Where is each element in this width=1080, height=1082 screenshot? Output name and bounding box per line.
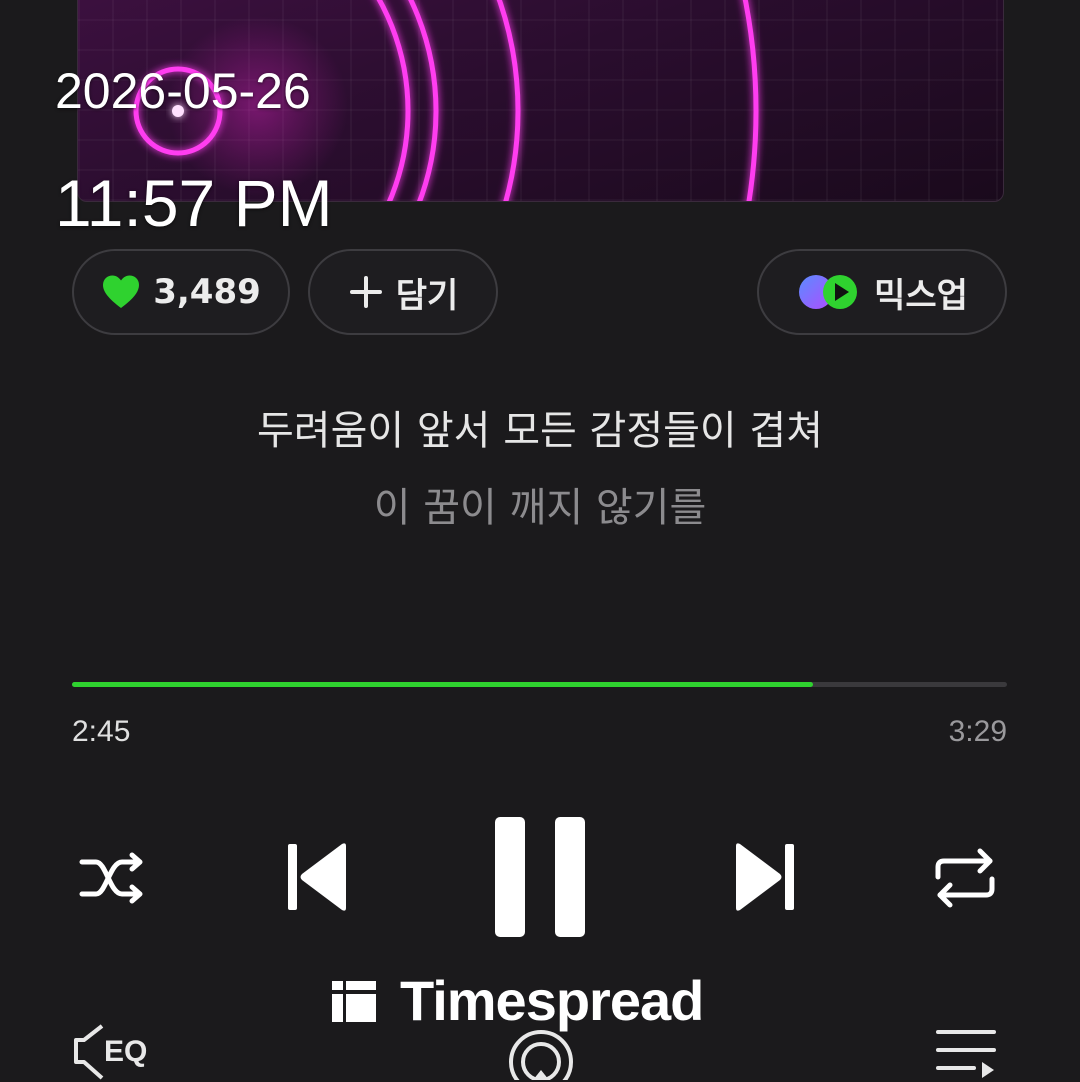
eq-label: EQ xyxy=(104,1035,148,1068)
next-icon xyxy=(736,843,794,911)
cast-button[interactable] xyxy=(506,1028,576,1080)
shuffle-icon xyxy=(79,852,143,904)
heart-icon xyxy=(101,274,141,310)
shuffle-button[interactable] xyxy=(76,848,152,908)
add-to-playlist-button[interactable]: 담기 xyxy=(308,249,498,335)
pause-button[interactable] xyxy=(492,814,588,940)
speaker-icon xyxy=(74,1024,104,1080)
timespread-text: Timespread xyxy=(400,969,704,1032)
playlist-button[interactable] xyxy=(934,1026,998,1080)
total-time: 3:29 xyxy=(948,715,1007,748)
lyric-next-line[interactable]: 이 꿈이 깨지 않기를 xyxy=(0,475,1080,533)
repeat-icon xyxy=(935,848,995,908)
lyric-current-line[interactable]: 두려움이 앞서 모든 감정들이 겹쳐 xyxy=(0,398,1080,456)
mixup-label: 믹스업 xyxy=(874,275,968,316)
timespread-logo-icon xyxy=(332,980,376,1022)
timespread-watermark: Timespread xyxy=(330,968,704,1033)
overlay-date: 2026-05-26 xyxy=(55,63,311,119)
mixup-icon xyxy=(796,272,862,312)
like-button[interactable]: 3,489 xyxy=(72,249,290,335)
add-label: 담기 xyxy=(395,275,459,316)
cast-icon xyxy=(509,1030,573,1080)
repeat-button[interactable] xyxy=(928,846,1002,910)
next-button[interactable] xyxy=(730,838,800,916)
mixup-button[interactable]: 믹스업 xyxy=(757,249,1007,335)
progress-fill xyxy=(72,682,814,687)
like-count: 3,489 xyxy=(153,272,261,312)
pause-icon xyxy=(495,817,585,937)
playlist-icon xyxy=(936,1030,996,1078)
previous-button[interactable] xyxy=(282,838,352,916)
progress-bar[interactable] xyxy=(72,682,1007,687)
plus-icon xyxy=(348,274,384,310)
elapsed-time: 2:45 xyxy=(72,715,131,748)
overlay-time: 11:57 PM xyxy=(55,166,333,240)
eq-button[interactable]: EQ xyxy=(72,1022,147,1082)
previous-icon xyxy=(288,843,346,911)
